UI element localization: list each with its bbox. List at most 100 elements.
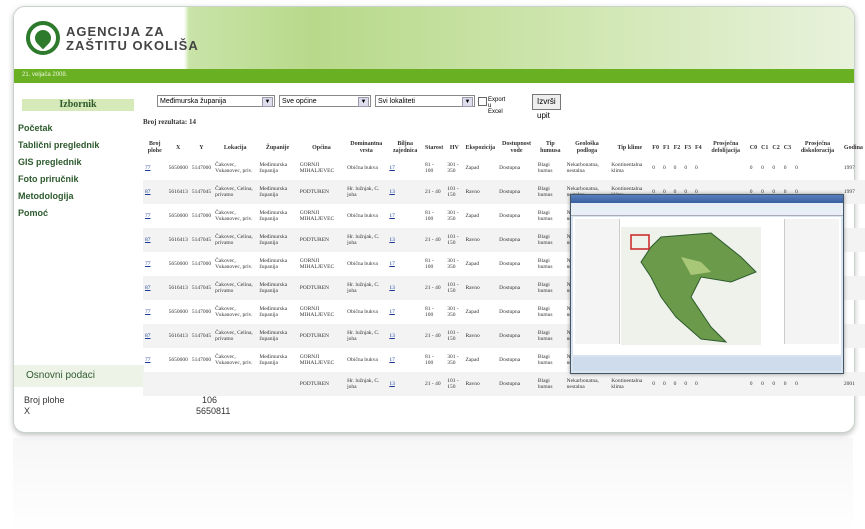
table-cell: [841, 228, 865, 252]
table-cell: Čakovec, Vukanovec, priv.: [215, 353, 253, 367]
table-cell: Ravno: [463, 372, 498, 396]
table-cell: [842, 252, 865, 276]
table-cell: PODTUREN: [297, 324, 346, 348]
table-cell: Čakovec, Vukanovec, priv.: [215, 161, 253, 175]
table-cell: Blagi humus: [535, 276, 565, 300]
table-cell: 301 - 350: [447, 257, 459, 271]
county-select[interactable]: Međimurska županija ▼: [157, 95, 275, 107]
export-checkbox[interactable]: [478, 97, 487, 106]
column-header: Tip klime: [617, 144, 643, 151]
column-header: HV: [449, 144, 459, 151]
table-cell: PODTUREN: [297, 180, 346, 204]
table-cell: [841, 276, 865, 300]
table-cell: Blagi humus: [537, 209, 553, 223]
table-cell[interactable]: 77: [143, 252, 167, 276]
table-header-row: Broj plohe X Y Lokacija Županije Općina Domina…: [143, 140, 865, 156]
table-cell: Dostupna: [499, 164, 521, 171]
column-header: Prosječna diskoloracija: [800, 141, 835, 154]
basic-value-plot: 106: [202, 395, 218, 405]
table-cell: Međimurska županija: [259, 353, 288, 367]
table-cell[interactable]: 13: [387, 276, 424, 300]
table-cell: Zapad: [465, 260, 480, 267]
column-header: Biljna zajednica: [393, 141, 418, 154]
table-cell: 0: [770, 372, 782, 396]
table-cell[interactable]: 87: [143, 180, 167, 204]
table-cell: 101 - 150: [445, 228, 464, 252]
selection-box: [630, 234, 650, 250]
table-cell: Obična bukva: [347, 212, 378, 219]
column-header: F0: [652, 144, 659, 151]
table-cell: 5147000: [191, 308, 212, 315]
column-header: Broj plohe: [147, 141, 162, 154]
table-cell: 5147045: [189, 324, 214, 348]
table-cell: Čakovec, Celina, privatno: [213, 228, 258, 252]
table-cell: Ravno: [463, 180, 498, 204]
table-cell[interactable]: 17: [387, 156, 423, 180]
table-cell: 5616413: [166, 180, 190, 204]
basic-value-x: 5650811: [196, 406, 231, 416]
layer-panel: [575, 219, 620, 344]
table-cell[interactable]: 13: [387, 324, 424, 348]
sidebar-item-foto[interactable]: Foto priručnik: [18, 174, 79, 184]
table-cell: PODTUREN: [297, 276, 346, 300]
column-header: Ekspozicija: [465, 144, 496, 151]
table-cell: 21 - 40: [423, 180, 446, 204]
table-cell[interactable]: 77: [143, 204, 167, 228]
table-cell: Obična bukva: [347, 164, 378, 171]
table-cell: 5147000: [191, 260, 212, 267]
table-cell[interactable]: 77: [143, 300, 167, 324]
table-cell[interactable]: 77: [143, 348, 167, 372]
chevron-down-icon: ▼: [262, 97, 273, 107]
column-header: Starost: [425, 144, 444, 151]
location-select[interactable]: Svi lokaliteti ▼: [375, 95, 475, 107]
table-cell[interactable]: 13: [387, 372, 424, 396]
table-cell: 5650000: [168, 164, 188, 171]
table-cell: [841, 324, 865, 348]
table-cell: Dostupna: [497, 372, 536, 396]
table-cell[interactable]: [143, 372, 167, 396]
popup-body: [573, 217, 841, 355]
table-cell[interactable]: 17: [387, 204, 423, 228]
table-cell[interactable]: 13: [387, 180, 424, 204]
table-cell[interactable]: 87: [143, 228, 167, 252]
sidebar-item-pomoc[interactable]: Pomoć: [18, 208, 48, 218]
column-header: F2: [673, 144, 681, 151]
table-cell[interactable]: 17: [387, 252, 423, 276]
table-cell: GORNJI MIHALJEVEC: [299, 161, 335, 175]
table-cell[interactable]: 87: [143, 276, 167, 300]
menu-title: Izbornik: [22, 99, 134, 111]
table-cell: 301 - 350: [447, 209, 459, 223]
table-cell: Blagi humus: [535, 180, 565, 204]
sidebar-item-tablicni[interactable]: Tablični preglednik: [18, 140, 99, 150]
table-cell: Čakovec, Vukanovec, priv.: [215, 257, 253, 271]
gis-popup-window[interactable]: [570, 194, 844, 374]
sidebar-item-metodologija[interactable]: Metodologija: [18, 191, 74, 201]
table-cell[interactable]: 13: [387, 228, 424, 252]
table-cell: Hr. lužnjak, C. joha: [345, 180, 388, 204]
table-cell: 1997: [841, 180, 865, 204]
table-cell: 81 - 100: [425, 353, 434, 367]
column-header: C3: [783, 144, 792, 151]
table-cell: [842, 204, 865, 228]
table-cell: 301 - 350: [447, 161, 459, 175]
sidebar-item-pocetak[interactable]: Početak: [18, 123, 53, 133]
sidebar-item-gis[interactable]: GIS preglednik: [18, 157, 82, 167]
table-cell: Međimurska županija: [259, 305, 288, 319]
table-cell: Zapad: [465, 164, 480, 171]
table-cell: [842, 348, 865, 372]
table-cell: Međimurska županija: [257, 180, 298, 204]
table-cell[interactable]: 87: [143, 324, 167, 348]
table-cell: Dostupna: [497, 276, 536, 300]
table-cell: Međimurska županija: [257, 324, 298, 348]
column-header: Godina: [843, 144, 863, 151]
table-cell: 5147000: [191, 356, 212, 363]
table-cell: Ravno: [463, 228, 498, 252]
table-cell[interactable]: 17: [387, 348, 423, 372]
table-cell: GORNJI MIHALJEVEC: [299, 209, 335, 223]
municipality-select[interactable]: Sve općine ▼: [279, 95, 371, 107]
croatia-map[interactable]: [621, 227, 761, 345]
table-cell[interactable]: 77: [143, 156, 167, 180]
run-query-button[interactable]: Izvrši upit: [532, 94, 561, 120]
table-cell[interactable]: 17: [387, 300, 423, 324]
municipality-value: Sve općine: [282, 98, 317, 105]
